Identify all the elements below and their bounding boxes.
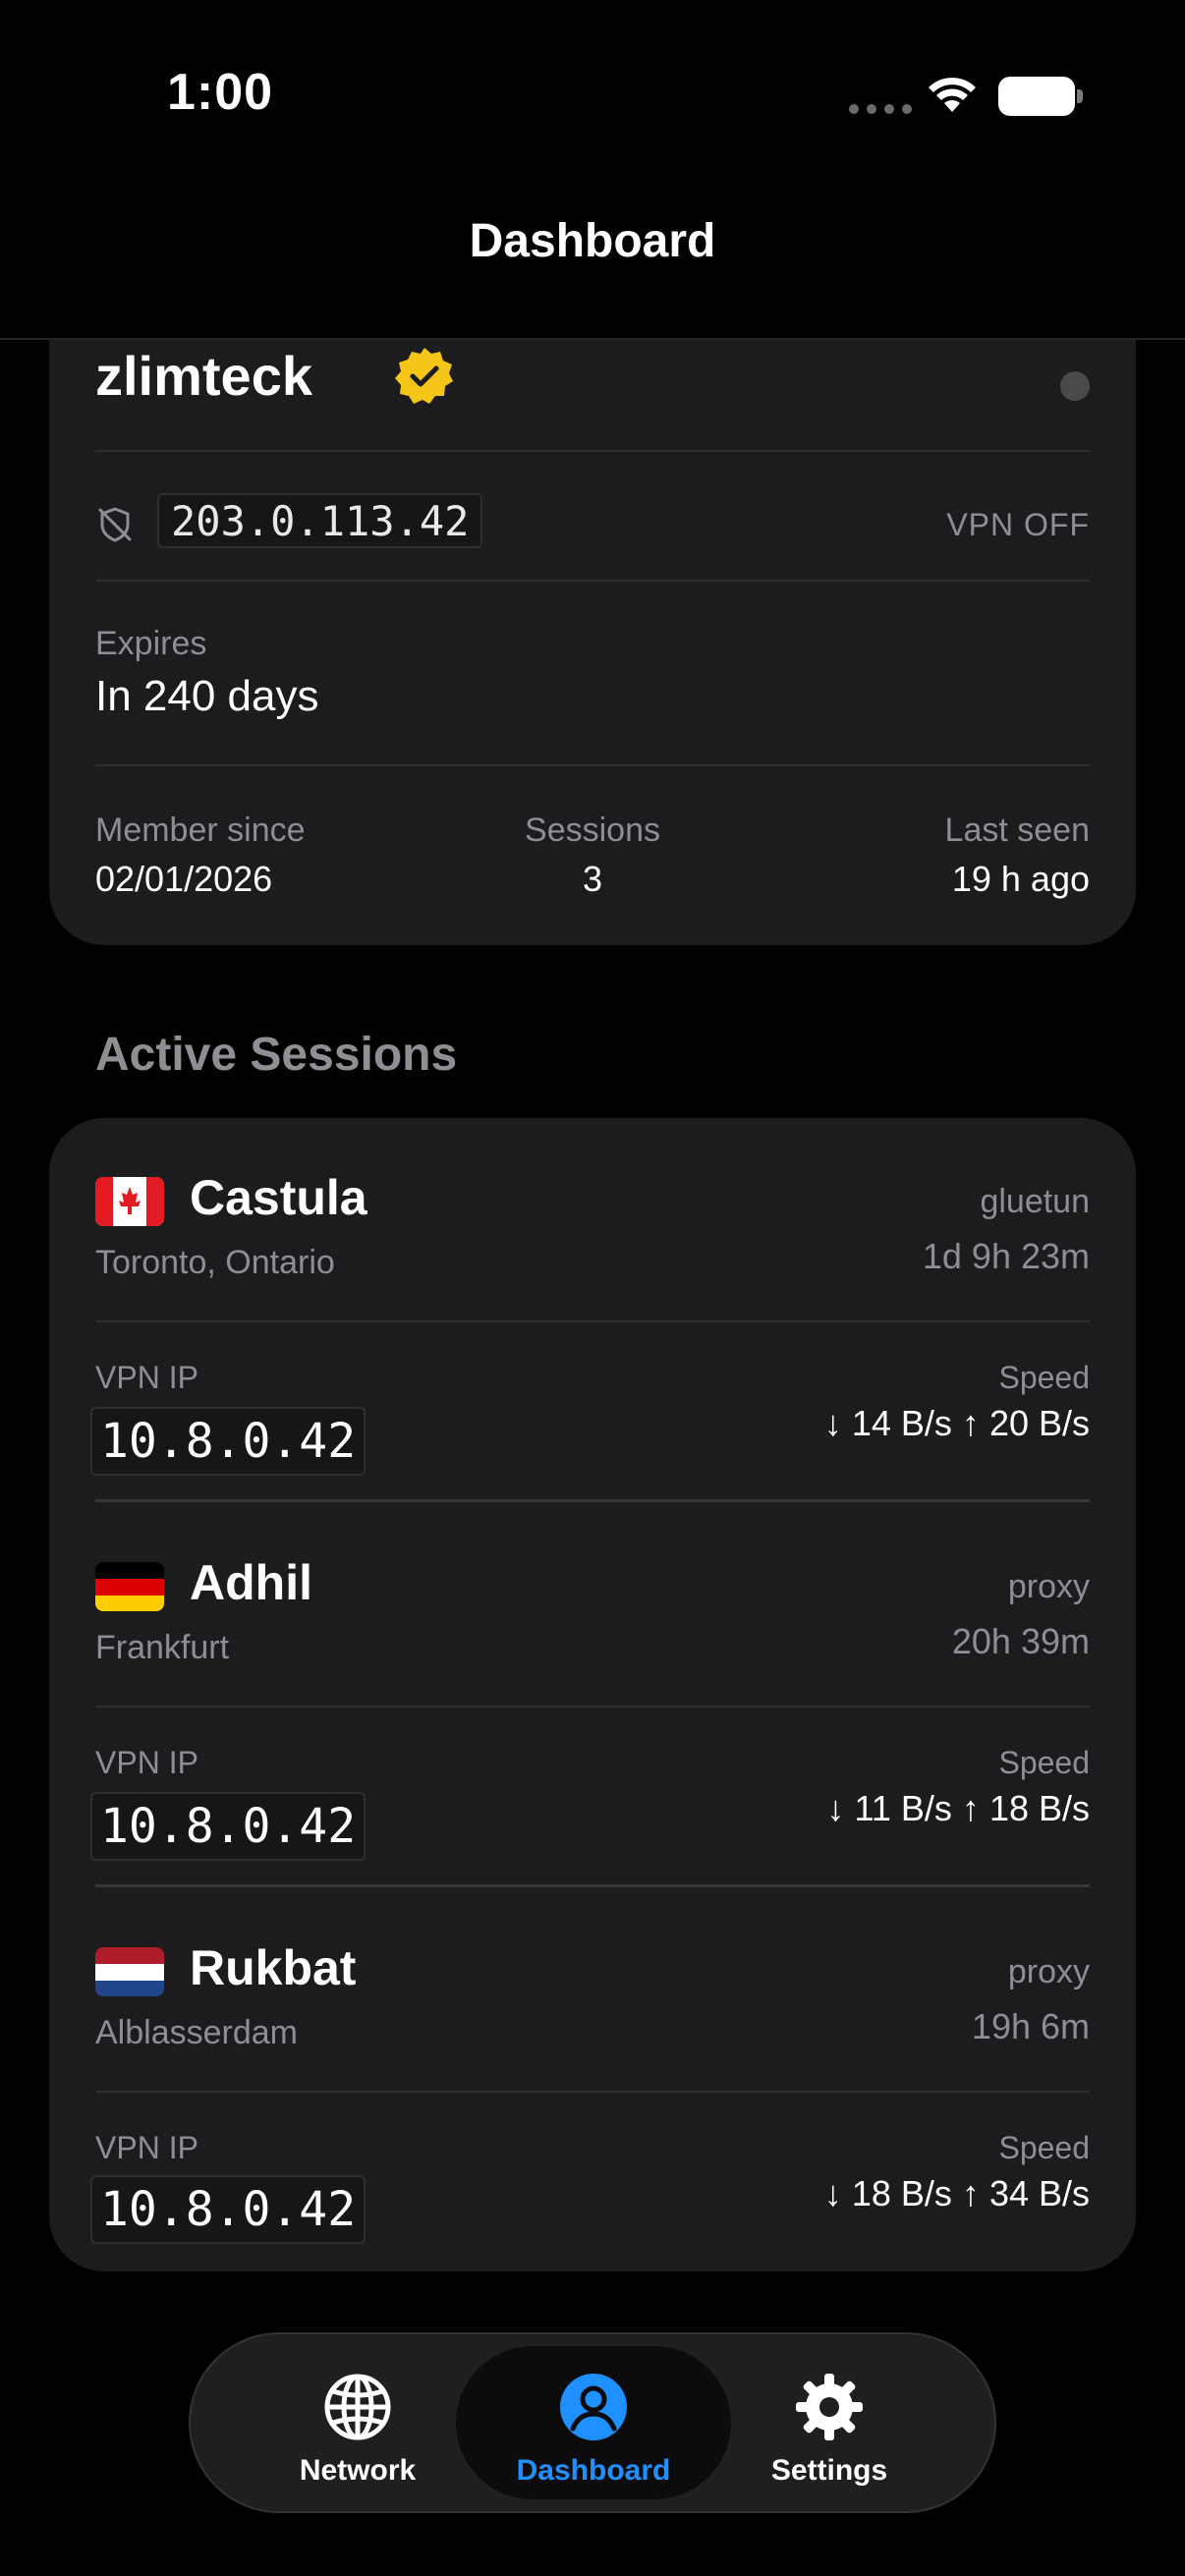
ip-address: 203.0.113.42 (157, 493, 483, 548)
tab-network[interactable]: Network (250, 2346, 466, 2499)
person-circle-icon (560, 2374, 627, 2440)
session-item[interactable]: Rukbat Alblasserdam proxy 19h 6m VPN IP … (49, 1888, 1136, 2271)
session-item[interactable]: Adhil Frankfurt proxy 20h 39m VPN IP 10.… (49, 1503, 1136, 1888)
section-title-active-sessions: Active Sessions (95, 1029, 458, 1081)
session-type: proxy (1007, 1953, 1090, 1990)
divider (95, 1706, 1090, 1708)
username: zlimteck (95, 345, 312, 407)
vpn-ip-value: 10.8.0.42 (90, 1792, 367, 1861)
session-duration: 1d 9h 23m (922, 1236, 1090, 1276)
vpn-ip-value: 10.8.0.42 (90, 1407, 367, 1476)
ip-row: 203.0.113.42 VPN OFF (95, 491, 1090, 550)
speed-label: Speed (998, 1745, 1090, 1780)
session-separator (95, 1884, 1090, 1887)
divider (95, 580, 1090, 582)
tab-dashboard[interactable]: Dashboard (456, 2346, 731, 2499)
server-location: Toronto, Ontario (95, 1244, 335, 1281)
expires-value: In 240 days (95, 672, 319, 720)
session-type: proxy (1007, 1568, 1090, 1605)
divider (95, 1320, 1090, 1322)
verified-badge-icon (395, 348, 453, 404)
status-time: 1:00 (167, 64, 274, 121)
session-separator (95, 1499, 1090, 1502)
status-bar-layer: 1:00 (0, 0, 1185, 187)
connection-status-dot (1060, 371, 1090, 401)
gear-icon (796, 2374, 863, 2440)
cellular-signal-icon (849, 104, 912, 114)
vpn-status: VPN OFF (946, 507, 1090, 542)
session-item[interactable]: Castula Toronto, Ontario gluetun 1d 9h 2… (49, 1118, 1136, 1503)
tab-settings-label: Settings (770, 2454, 888, 2487)
tab-network-label: Network (299, 2454, 417, 2487)
sessions-card: Castula Toronto, Ontario gluetun 1d 9h 2… (49, 1118, 1136, 2271)
session-duration: 20h 39m (951, 1621, 1090, 1661)
expires-label: Expires (95, 625, 207, 662)
speed-value: ↓ 14 B/s ↑ 20 B/s (823, 1403, 1090, 1443)
wifi-icon (929, 78, 976, 112)
vpn-ip-value: 10.8.0.42 (90, 2175, 367, 2244)
server-name: Castula (190, 1170, 367, 1225)
tab-settings[interactable]: Settings (721, 2346, 937, 2499)
tab-dashboard-label: Dashboard (516, 2454, 671, 2487)
server-name: Adhil (190, 1555, 312, 1610)
netherlands-flag-icon (95, 1947, 164, 1996)
page-title: Dashboard (469, 215, 716, 267)
divider (95, 450, 1090, 452)
username-row: zlimteck (95, 344, 1090, 422)
divider (95, 764, 1090, 766)
vpn-ip-label: VPN IP (95, 1745, 198, 1780)
tab-bar: Network Dashboard Settings (189, 2332, 996, 2513)
last-seen-label: Last seen (944, 812, 1090, 849)
vpn-ip-label: VPN IP (95, 1360, 198, 1395)
battery-icon (998, 77, 1083, 116)
server-name: Rukbat (190, 1940, 357, 1995)
last-seen-value: 19 h ago (951, 859, 1090, 899)
speed-label: Speed (998, 1360, 1090, 1395)
vpn-ip-label: VPN IP (95, 2130, 198, 2165)
speed-value: ↓ 18 B/s ↑ 34 B/s (823, 2173, 1090, 2213)
session-type: gluetun (980, 1183, 1090, 1220)
shield-off-icon (98, 507, 132, 542)
germany-flag-icon (95, 1562, 164, 1611)
globe-icon (324, 2374, 391, 2440)
canada-flag-icon (95, 1177, 164, 1226)
server-location: Frankfurt (95, 1629, 230, 1666)
speed-label: Speed (998, 2130, 1090, 2165)
profile-card: zlimteck 203.0.113.42 VPN OFF Expires In… (49, 285, 1136, 945)
session-duration: 19h 6m (971, 2006, 1090, 2046)
divider (95, 2091, 1090, 2093)
speed-value: ↓ 11 B/s ↑ 18 B/s (826, 1788, 1090, 1828)
server-location: Alblasserdam (95, 2014, 298, 2051)
